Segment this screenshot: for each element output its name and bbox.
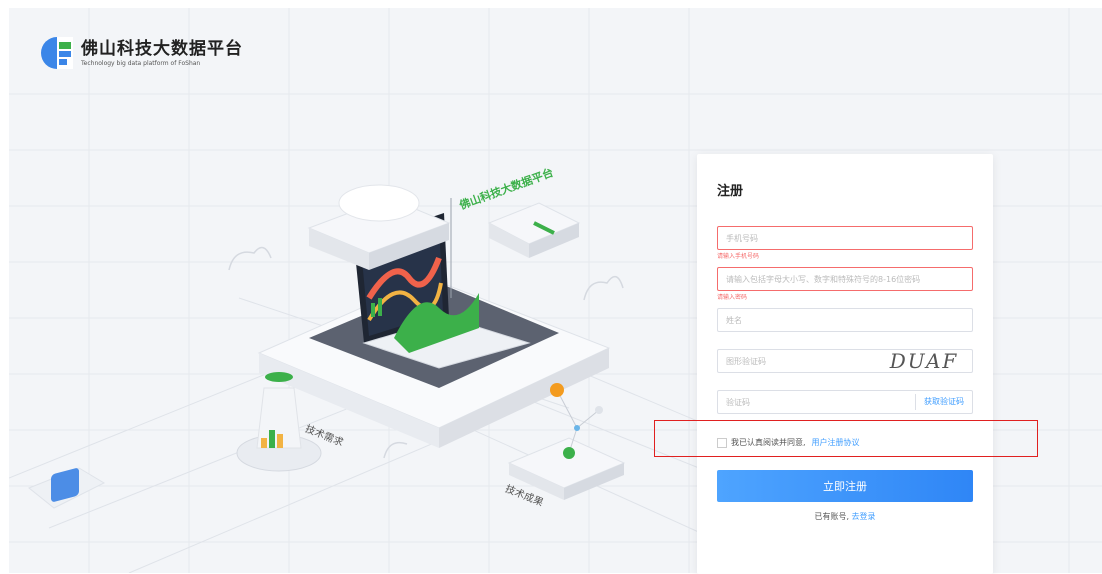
logo-title: 佛山科技大数据平台: [81, 38, 243, 59]
logo-subtitle: Technology big data platform of FoShan: [81, 59, 201, 67]
code-field[interactable]: 获取验证码: [717, 390, 973, 414]
password-field[interactable]: [717, 267, 973, 291]
has-account-text: 已有账号,: [814, 512, 849, 521]
login-link[interactable]: 去登录: [852, 512, 876, 521]
phone-field[interactable]: [717, 226, 973, 250]
register-card: 注册 请输入手机号码 请输入密码 DUAF 获取验证码 我已认真阅读并同意, 用…: [697, 154, 993, 574]
get-code-button[interactable]: 获取验证码: [915, 394, 972, 410]
register-title: 注册: [717, 184, 744, 199]
brand-logo[interactable]: 佛山科技大数据平台 Technology big data platform o…: [40, 36, 243, 70]
logo-icon: [40, 36, 74, 70]
phone-error: 请输入手机号码: [717, 253, 760, 260]
phone-input[interactable]: [718, 227, 972, 249]
name-input[interactable]: [718, 309, 972, 331]
register-button[interactable]: 立即注册: [717, 470, 973, 502]
name-field[interactable]: [717, 308, 973, 332]
password-input[interactable]: [718, 268, 972, 290]
login-prompt: 已有账号, 去登录: [697, 511, 993, 522]
highlight-box: [654, 420, 1038, 457]
password-error: 请输入密码: [717, 294, 748, 301]
captcha-field[interactable]: DUAF: [717, 349, 973, 373]
captcha-image[interactable]: DUAF: [880, 349, 968, 373]
